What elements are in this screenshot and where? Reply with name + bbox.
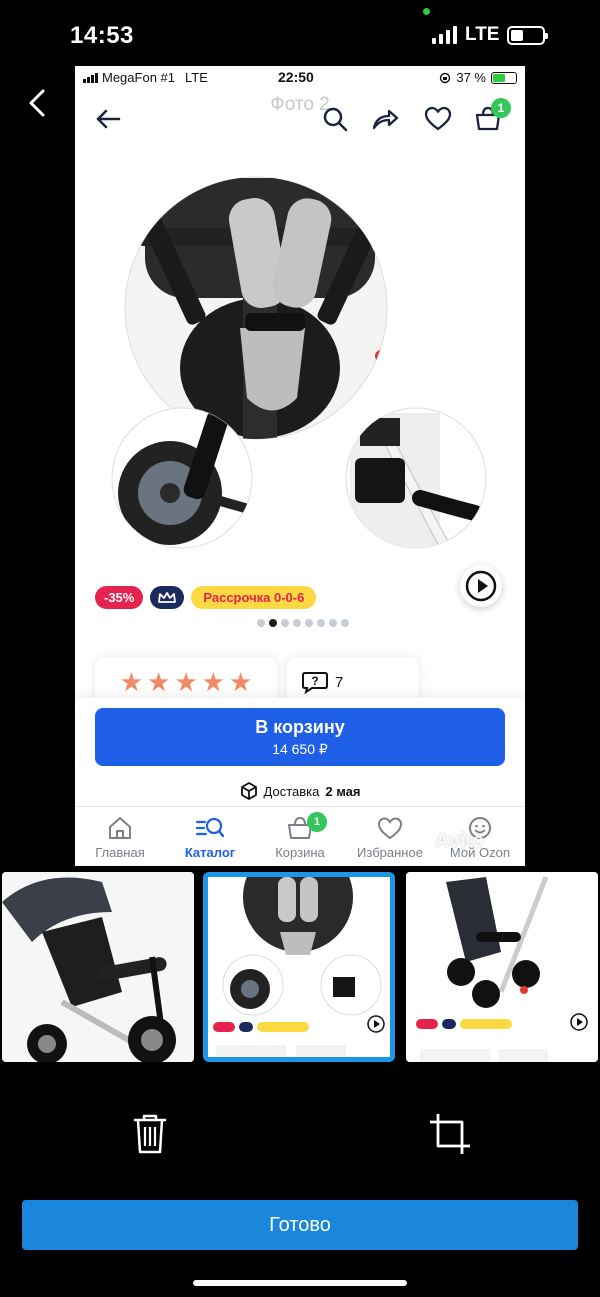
catalog-search-icon (195, 817, 225, 838)
star-icon: ★ (201, 667, 225, 697)
done-button[interactable]: Готово (22, 1200, 578, 1250)
delivery-info: Доставка 2 мая (75, 782, 525, 800)
battery-icon (507, 25, 549, 45)
inner-time: 22:50 (278, 69, 314, 85)
photo-pager (257, 619, 349, 627)
network-type: LTE (465, 24, 500, 45)
pager-dot (293, 619, 301, 627)
purchase-panel: В корзину 14 650 ₽ Доставка 2 мая (75, 698, 525, 806)
home-icon (109, 817, 131, 839)
rotation-lock-icon (440, 72, 451, 83)
tab-home[interactable]: Главная (75, 815, 165, 860)
pager-dot (269, 619, 277, 627)
star-icon: ★ (228, 667, 253, 697)
reviews-count: 7 (335, 673, 344, 691)
product-price: 14 650 ₽ (272, 741, 328, 757)
delivery-date: 2 мая (325, 783, 361, 799)
cart-count-badge: 1 (491, 98, 511, 118)
star-icon: ★ (119, 667, 144, 697)
product-toolbar: 1 (75, 96, 525, 142)
add-to-cart-label: В корзину (255, 717, 345, 737)
system-time: 14:53 (70, 22, 134, 49)
svg-text:?: ? (311, 674, 318, 688)
signal-icon (432, 26, 457, 44)
system-status-right: LTE (432, 24, 549, 46)
premium-crown-badge (150, 586, 185, 609)
thumbnail-2-image (208, 877, 390, 1057)
play-video-button[interactable] (460, 565, 502, 607)
box-icon (240, 782, 257, 800)
inner-network: LTE (185, 70, 208, 85)
tab-favorites-label: Избранное (357, 845, 423, 860)
question-bubble-icon: ? (302, 672, 328, 694)
product-photo[interactable] (75, 148, 525, 578)
tab-favorites[interactable]: Избранное (345, 815, 435, 860)
thumbnail-1[interactable] (2, 872, 194, 1062)
tab-cart[interactable]: 1 Корзина (255, 812, 345, 860)
favorite-heart-icon[interactable] (423, 104, 453, 134)
add-to-cart-button[interactable]: В корзину 14 650 ₽ (95, 708, 505, 766)
product-badges: -35% Рассрочка 0-0-6 (95, 586, 317, 609)
pager-dot (329, 619, 337, 627)
tab-cart-badge: 1 (307, 812, 327, 832)
inner-battery-percent: 37 % (456, 70, 486, 85)
pager-dot (341, 619, 349, 627)
avito-watermark: Avito (435, 830, 485, 852)
back-chevron-icon[interactable] (24, 86, 50, 120)
inner-carrier: MegaFon #1 (102, 70, 175, 85)
crown-icon (158, 591, 177, 603)
trash-icon[interactable] (132, 1112, 168, 1156)
tab-catalog[interactable]: Каталог (165, 815, 255, 860)
search-icon[interactable] (320, 104, 350, 134)
tab-home-label: Главная (95, 845, 145, 860)
delivery-prefix: Доставка (263, 783, 320, 799)
home-indicator (193, 1280, 407, 1286)
system-status-bar: 14:53 LTE (0, 0, 600, 66)
tab-cart-label: Корзина (275, 845, 325, 860)
screenshot-preview: MegaFon #1 LTE 22:50 37 % Фото 2 1 -35% … (75, 66, 525, 866)
thumbnail-3-image (406, 872, 598, 1062)
mic-indicator-dot (423, 8, 430, 15)
pager-dot (305, 619, 313, 627)
share-icon[interactable] (370, 104, 400, 134)
thumbnail-2-selected[interactable] (203, 872, 395, 1062)
inner-battery-icon (491, 71, 517, 84)
thumbnail-1-image (2, 872, 194, 1062)
installment-badge: Рассрочка 0-0-6 (191, 586, 317, 609)
inner-status-bar: MegaFon #1 LTE 22:50 37 % (75, 66, 525, 90)
play-icon (465, 570, 497, 602)
pager-dot (257, 619, 265, 627)
cart-button[interactable]: 1 (473, 98, 511, 134)
heart-icon (377, 817, 403, 840)
pager-dot (281, 619, 289, 627)
discount-badge: -35% (95, 586, 144, 609)
tab-catalog-label: Каталог (184, 845, 236, 860)
star-icon: ★ (174, 667, 198, 697)
star-icon: ★ (147, 667, 171, 697)
back-arrow-icon[interactable] (93, 104, 123, 134)
pager-dot (317, 619, 325, 627)
crop-icon[interactable] (428, 1112, 472, 1156)
inner-signal-icon (83, 72, 98, 83)
thumbnail-3[interactable] (406, 872, 598, 1062)
